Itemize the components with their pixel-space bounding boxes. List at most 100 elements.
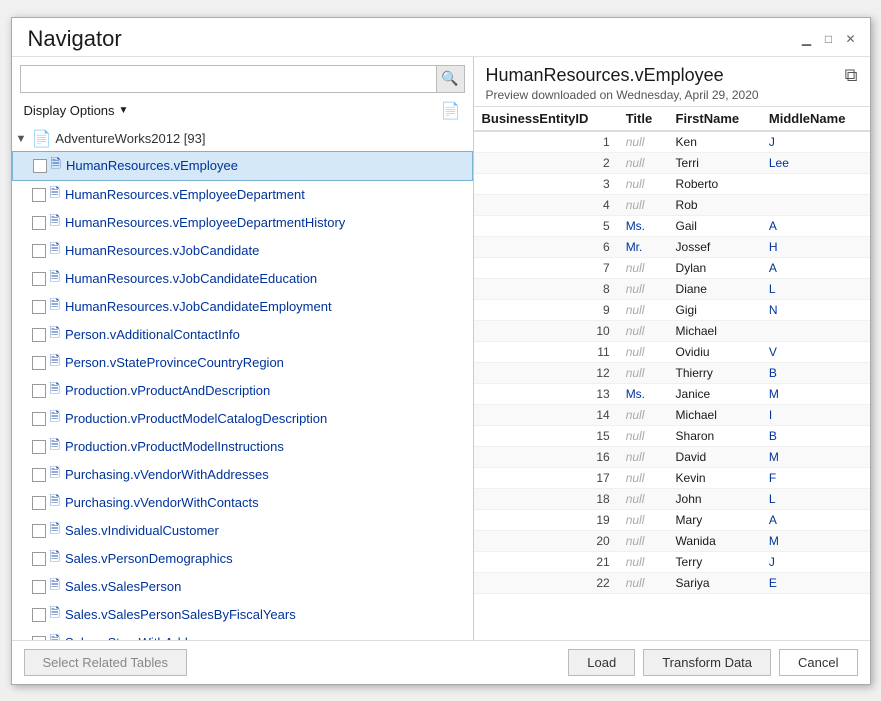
cell-firstname: Mary xyxy=(668,509,761,530)
tree-item[interactable]: 🗎 Sales.vStoreWithAddresses xyxy=(12,629,473,640)
document-icon-button[interactable]: 📄 xyxy=(437,99,465,123)
cell-middlename: A xyxy=(761,257,870,278)
tree-item[interactable]: 🗎 Purchasing.vVendorWithContacts xyxy=(12,489,473,517)
cell-title: null xyxy=(618,320,668,341)
table-icon: 🗎 xyxy=(50,380,60,402)
display-options-button[interactable]: Display Options ▼ xyxy=(20,101,133,120)
cell-title: null xyxy=(618,299,668,320)
tree-item[interactable]: 🗎 HumanResources.vEmployeeDepartmentHist… xyxy=(12,209,473,237)
search-input[interactable] xyxy=(21,67,436,90)
tree-item[interactable]: 🗎 Production.vProductModelCatalogDescrip… xyxy=(12,405,473,433)
transform-data-button[interactable]: Transform Data xyxy=(643,649,771,676)
tree-item-checkbox[interactable] xyxy=(32,552,46,566)
load-button[interactable]: Load xyxy=(568,649,635,676)
maximize-button[interactable]: □ xyxy=(822,32,836,46)
tree-item-checkbox[interactable] xyxy=(32,524,46,538)
table-icon: 🗎 xyxy=(50,604,60,626)
cell-id: 2 xyxy=(474,152,618,173)
tree-item[interactable]: 🗎 HumanResources.vJobCandidate xyxy=(12,237,473,265)
table-icon: 🗎 xyxy=(50,520,60,542)
data-table-container[interactable]: BusinessEntityID Title FirstName MiddleN… xyxy=(474,106,870,640)
tree-item-checkbox[interactable] xyxy=(32,272,46,286)
cell-firstname: Wanida xyxy=(668,530,761,551)
tree-item-checkbox[interactable] xyxy=(32,244,46,258)
search-button[interactable]: 🔍 xyxy=(436,66,464,92)
tree-area[interactable]: ▼ 📄 AdventureWorks2012 [93] 🗎 HumanResou… xyxy=(12,127,473,640)
table-icon: 🗎 xyxy=(51,155,61,177)
expand-icon[interactable]: ▼ xyxy=(16,133,32,145)
table-row: 12 null Thierry B xyxy=(474,362,870,383)
tree-item[interactable]: 🗎 Sales.vPersonDemographics xyxy=(12,545,473,573)
tree-item-checkbox[interactable] xyxy=(32,300,46,314)
tree-item-checkbox[interactable] xyxy=(32,496,46,510)
tree-item[interactable]: 🗎 Person.vAdditionalContactInfo xyxy=(12,321,473,349)
tree-item-checkbox[interactable] xyxy=(32,608,46,622)
tree-item[interactable]: 🗎 HumanResources.vEmployeeDepartment xyxy=(12,181,473,209)
table-row: 21 null Terry J xyxy=(474,551,870,572)
tree-item-checkbox[interactable] xyxy=(32,440,46,454)
table-row: 6 Mr. Jossef H xyxy=(474,236,870,257)
tree-item-label: HumanResources.vJobCandidate xyxy=(65,243,259,258)
cell-middlename xyxy=(761,173,870,194)
col-middle-name: MiddleName xyxy=(761,107,870,131)
cell-title: null xyxy=(618,341,668,362)
tree-item-label: Sales.vSalesPerson xyxy=(65,579,181,594)
table-row: 5 Ms. Gail A xyxy=(474,215,870,236)
tree-item-checkbox[interactable] xyxy=(32,384,46,398)
tree-item-label: Person.vAdditionalContactInfo xyxy=(65,327,240,342)
cell-middlename xyxy=(761,194,870,215)
cell-id: 4 xyxy=(474,194,618,215)
tree-item-checkbox[interactable] xyxy=(32,328,46,342)
cell-id: 8 xyxy=(474,278,618,299)
cell-middlename: B xyxy=(761,425,870,446)
cell-middlename: J xyxy=(761,551,870,572)
cell-firstname: Janice xyxy=(668,383,761,404)
cell-title: Ms. xyxy=(618,383,668,404)
table-icon: 🗎 xyxy=(50,324,60,346)
cell-id: 10 xyxy=(474,320,618,341)
cell-id: 1 xyxy=(474,131,618,153)
cell-id: 21 xyxy=(474,551,618,572)
table-body: 1 null Ken J 2 null Terri Lee 3 null Rob… xyxy=(474,131,870,594)
cell-title: null xyxy=(618,257,668,278)
tree-item-checkbox[interactable] xyxy=(32,468,46,482)
tree-item-checkbox[interactable] xyxy=(32,580,46,594)
tree-item-checkbox[interactable] xyxy=(33,159,47,173)
table-row: 22 null Sariya E xyxy=(474,572,870,593)
footer: Select Related Tables Load Transform Dat… xyxy=(12,640,870,684)
minimize-button[interactable]: ▁ xyxy=(800,32,814,46)
tree-item-checkbox[interactable] xyxy=(32,412,46,426)
close-button[interactable]: ✕ xyxy=(844,32,858,46)
cancel-button[interactable]: Cancel xyxy=(779,649,857,676)
cell-title: null xyxy=(618,530,668,551)
cell-title: null xyxy=(618,509,668,530)
tree-item-checkbox[interactable] xyxy=(32,188,46,202)
tree-item[interactable]: 🗎 HumanResources.vJobCandidateEmployment xyxy=(12,293,473,321)
display-options-label: Display Options xyxy=(24,103,115,118)
tree-item[interactable]: 🗎 Purchasing.vVendorWithAddresses xyxy=(12,461,473,489)
tree-item[interactable]: 🗎 Sales.vIndividualCustomer xyxy=(12,517,473,545)
table-row: 15 null Sharon B xyxy=(474,425,870,446)
tree-item-checkbox[interactable] xyxy=(32,216,46,230)
tree-item[interactable]: 🗎 Sales.vSalesPerson xyxy=(12,573,473,601)
table-row: 4 null Rob xyxy=(474,194,870,215)
tree-item[interactable]: 🗎 Production.vProductAndDescription xyxy=(12,377,473,405)
tree-item[interactable]: 🗎 Person.vStateProvinceCountryRegion xyxy=(12,349,473,377)
tree-item[interactable]: 🗎 HumanResources.vEmployee xyxy=(12,151,473,181)
tree-item[interactable]: 🗎 Sales.vSalesPersonSalesByFiscalYears xyxy=(12,601,473,629)
copy-icon[interactable]: ⧉ xyxy=(845,65,858,86)
tree-root-item[interactable]: ▼ 📄 AdventureWorks2012 [93] xyxy=(12,127,473,151)
cell-firstname: David xyxy=(668,446,761,467)
tree-item-checkbox[interactable] xyxy=(32,356,46,370)
database-icon: 📄 xyxy=(32,129,52,149)
cell-id: 7 xyxy=(474,257,618,278)
tree-item[interactable]: 🗎 HumanResources.vJobCandidateEducation xyxy=(12,265,473,293)
tree-item[interactable]: 🗎 Production.vProductModelInstructions xyxy=(12,433,473,461)
table-row: 14 null Michael I xyxy=(474,404,870,425)
data-table: BusinessEntityID Title FirstName MiddleN… xyxy=(474,107,870,594)
cell-middlename: A xyxy=(761,509,870,530)
footer-left: Select Related Tables xyxy=(24,649,188,676)
cell-title: null xyxy=(618,467,668,488)
select-related-button[interactable]: Select Related Tables xyxy=(24,649,188,676)
cell-title: Ms. xyxy=(618,215,668,236)
